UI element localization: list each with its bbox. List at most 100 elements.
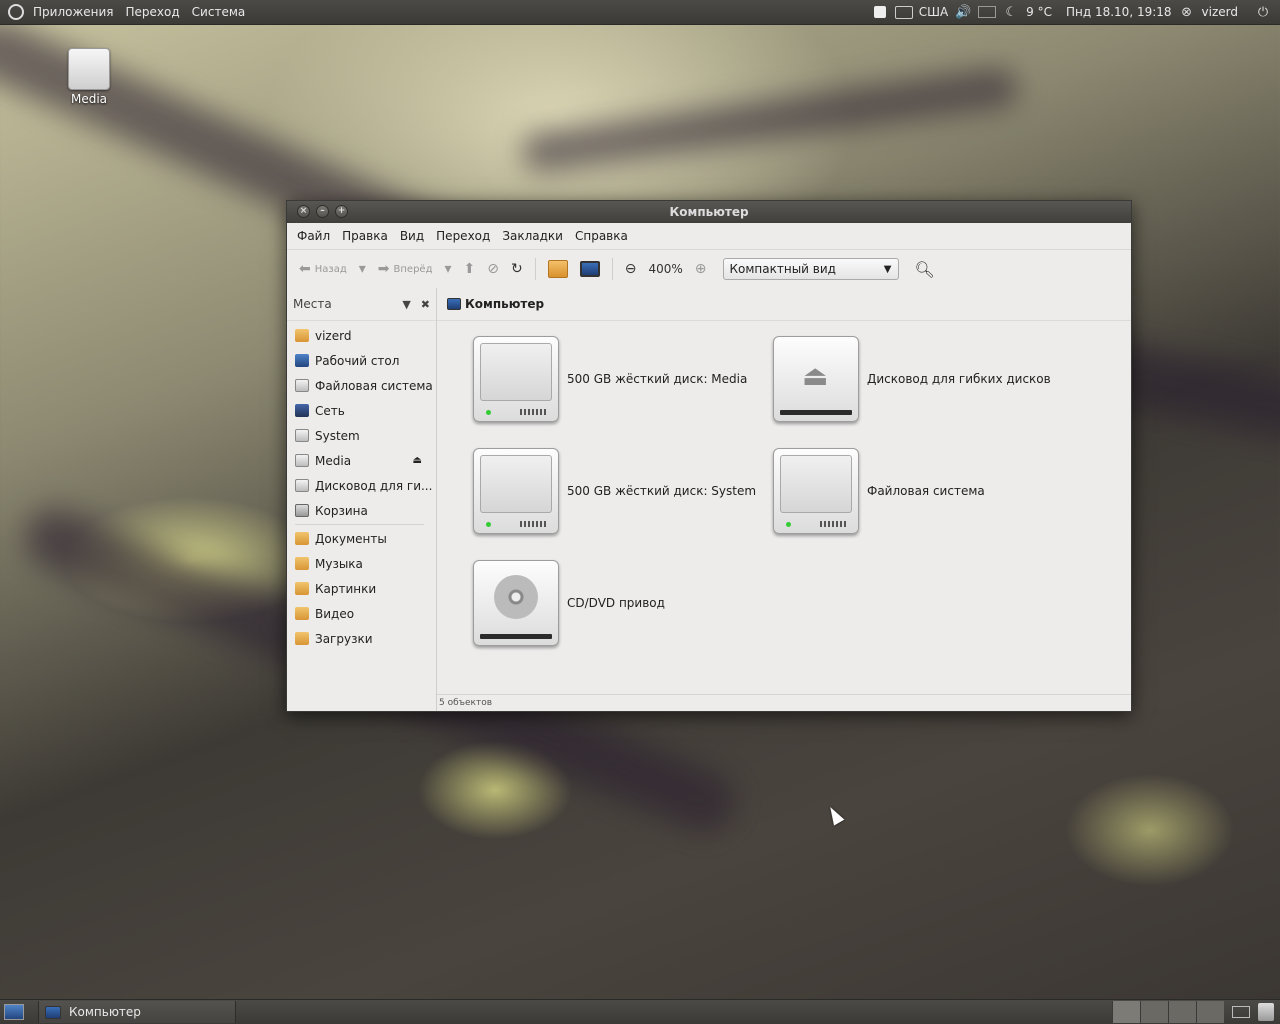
sidebar-title[interactable]: Места — [293, 297, 332, 311]
item-label: 500 GB жёсткий диск: Media — [567, 372, 748, 386]
chevron-down-icon: ▾ — [358, 261, 366, 277]
workspace-4[interactable] — [1196, 1001, 1224, 1023]
mail-icon[interactable] — [978, 3, 997, 21]
sidebar-item-floppy[interactable]: Дисковод для ги... — [287, 473, 436, 498]
ubuntu-logo-icon[interactable] — [8, 4, 24, 20]
sidebar-item-label: Картинки — [315, 581, 377, 596]
stop-button[interactable]: ⊘ — [483, 255, 503, 283]
item-hdd-system[interactable]: 500 GB жёсткий диск: System — [473, 448, 773, 534]
tray-app-icon[interactable] — [871, 3, 889, 21]
menu-go[interactable]: Переход — [430, 229, 496, 243]
mouse-cursor-icon — [825, 804, 845, 826]
sidebar-item-trash[interactable]: Корзина — [287, 498, 436, 523]
item-hdd-media[interactable]: 500 GB жёсткий диск: Media — [473, 336, 773, 422]
sidebar-item-label: Корзина — [315, 503, 368, 518]
sidebar-item-pictures[interactable]: Картинки — [287, 576, 436, 601]
taskbar-item-computer[interactable]: Компьютер — [38, 1001, 236, 1023]
menu-view[interactable]: Вид — [394, 229, 430, 243]
forward-button[interactable]: ➡ Вперёд — [374, 255, 437, 283]
menu-edit[interactable]: Правка — [336, 229, 394, 243]
item-label: Файловая система — [867, 484, 985, 498]
weather-temp[interactable]: 9 °C — [1026, 5, 1052, 19]
desktop-icon-label: Media — [70, 92, 108, 106]
sidebar-separator — [295, 524, 424, 525]
trash-icon[interactable] — [1258, 1003, 1274, 1021]
sidebar-item-label: Документы — [315, 531, 387, 546]
sidebar-header: Места ▼ ✖ — [287, 288, 436, 321]
sidebar-item-filesystem[interactable]: Файловая система — [287, 373, 436, 398]
window-list-icon[interactable] — [1232, 1006, 1250, 1018]
arrow-left-icon: ⬅ — [299, 261, 311, 277]
menu-help[interactable]: Справка — [569, 229, 634, 243]
sidebar-item-documents[interactable]: Документы — [287, 526, 436, 551]
user-name[interactable]: vizerd — [1202, 5, 1238, 19]
sidebar-item-media[interactable]: Media ⏏ — [287, 448, 436, 473]
volume-icon[interactable]: 🔊 — [954, 3, 972, 21]
wallpaper-decor — [519, 65, 1021, 175]
zoom-level[interactable]: 400% — [644, 262, 686, 276]
close-icon[interactable]: × — [297, 205, 310, 218]
workspace-3[interactable] — [1168, 1001, 1196, 1023]
keyboard-icon[interactable] — [894, 3, 913, 21]
sidebar-item-label: Видео — [315, 606, 355, 621]
sidebar-item-label: vizerd — [315, 328, 352, 343]
workspace-1[interactable] — [1112, 1001, 1140, 1023]
sidebar-item-label: Сеть — [315, 403, 345, 418]
back-history-button[interactable]: ▾ — [355, 255, 370, 283]
menu-applications[interactable]: Приложения — [27, 0, 120, 24]
sidebar-item-videos[interactable]: Видео — [287, 601, 436, 626]
sidebar-item-label: Файловая система — [315, 378, 433, 393]
toolbar: ⬅ Назад ▾ ➡ Вперёд ▾ ⬆ ⊘ ↻ ⊖ 400% ⊕ Комп… — [287, 250, 1131, 289]
window-titlebar[interactable]: × – + Компьютер — [287, 201, 1131, 223]
location-button[interactable]: Компьютер — [465, 297, 544, 311]
clock[interactable]: Пнд 18.10, 19:18 — [1066, 5, 1172, 19]
sidebar-item-system[interactable]: System — [287, 423, 436, 448]
menu-bookmarks[interactable]: Закладки — [496, 229, 569, 243]
computer-icon — [579, 261, 600, 277]
up-button[interactable]: ⬆ — [460, 255, 480, 283]
user-status-icon[interactable]: ⊗ — [1178, 3, 1196, 21]
sidebar-item-network[interactable]: Сеть — [287, 398, 436, 423]
workspace-2[interactable] — [1140, 1001, 1168, 1023]
back-button[interactable]: ⬅ Назад — [295, 255, 351, 283]
computer-icon — [447, 298, 461, 310]
window-title: Компьютер — [669, 205, 749, 219]
sidebar-item-desktop[interactable]: Рабочий стол — [287, 348, 436, 373]
close-icon[interactable]: ✖ — [421, 298, 430, 311]
zoom-out-button[interactable]: ⊖ — [621, 255, 641, 283]
home-button[interactable] — [544, 255, 572, 283]
search-icon[interactable]: 🔍︎ — [915, 260, 935, 279]
trash-icon — [295, 504, 309, 517]
desktop-icon-media[interactable]: Media — [60, 48, 118, 106]
chevron-down-icon[interactable]: ▼ — [402, 298, 410, 311]
reload-button[interactable]: ↻ — [507, 255, 527, 283]
computer-button[interactable] — [576, 255, 604, 283]
power-icon[interactable]: ⏻ — [1254, 3, 1272, 21]
view-mode-value: Компактный вид — [729, 262, 836, 276]
item-filesystem[interactable]: Файловая система — [773, 448, 1073, 534]
maximize-icon[interactable]: + — [335, 205, 348, 218]
sidebar-item-label: Рабочий стол — [315, 353, 400, 368]
sidebar-item-home[interactable]: vizerd — [287, 323, 436, 348]
item-floppy[interactable]: ⏏ Дисковод для гибких дисков — [773, 336, 1073, 422]
forward-history-button[interactable]: ▾ — [440, 255, 455, 283]
sidebar-item-downloads[interactable]: Загрузки — [287, 626, 436, 651]
item-label: CD/DVD привод — [567, 596, 665, 610]
file-manager-window: × – + Компьютер Файл Правка Вид Переход … — [286, 200, 1132, 712]
zoom-in-button[interactable]: ⊕ — [691, 255, 711, 283]
eject-icon[interactable]: ⏏ — [413, 455, 422, 466]
menu-system[interactable]: Система — [186, 0, 252, 24]
sidebar-item-music[interactable]: Музыка — [287, 551, 436, 576]
menu-places[interactable]: Переход — [120, 0, 186, 24]
keyboard-layout[interactable]: США — [919, 5, 948, 19]
home-folder-icon — [547, 260, 568, 278]
reload-icon: ↻ — [510, 261, 523, 277]
content-pane: Компьютер 500 GB жёсткий диск: Media ⏏ Д… — [437, 288, 1131, 711]
item-cdrom[interactable]: CD/DVD привод — [473, 560, 773, 646]
zoom-out-icon: ⊖ — [624, 261, 637, 277]
show-desktop-icon[interactable] — [4, 1004, 24, 1020]
menu-file[interactable]: Файл — [291, 229, 336, 243]
sidebar-item-label: Музыка — [315, 556, 363, 571]
minimize-icon[interactable]: – — [316, 205, 329, 218]
view-mode-select[interactable]: Компактный вид ▼ — [722, 258, 899, 280]
